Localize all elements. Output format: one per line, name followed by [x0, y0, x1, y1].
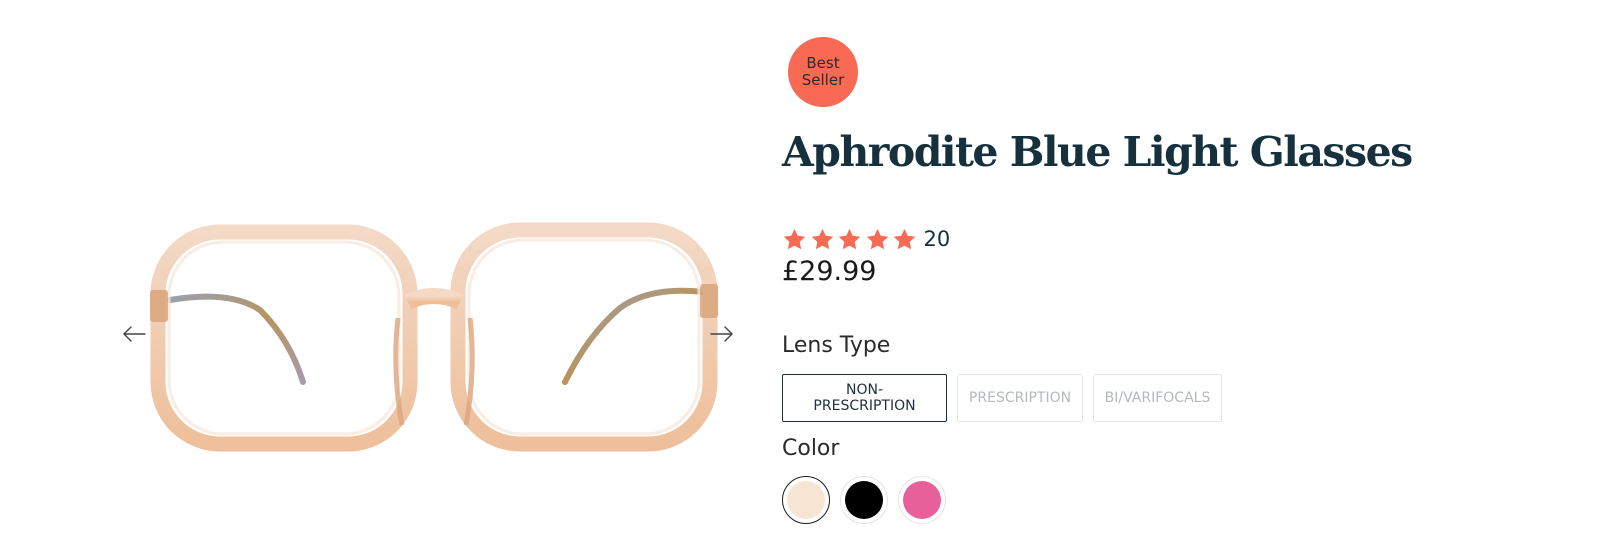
- star-icon: [892, 227, 917, 252]
- lens-type-label: Lens Type: [782, 333, 891, 358]
- color-swatch-pink-fill: [903, 481, 941, 519]
- color-swatches: [782, 476, 956, 524]
- star-icon: [837, 227, 862, 252]
- rating[interactable]: 20: [782, 225, 950, 253]
- product-image[interactable]: [140, 200, 730, 470]
- star-icon: [810, 227, 835, 252]
- lens-type-options: NON-PRESCRIPTION PRESCRIPTION BI/VARIFOC…: [782, 374, 1232, 422]
- lens-option-prescription[interactable]: PRESCRIPTION: [957, 374, 1083, 422]
- color-swatch-peach[interactable]: [782, 476, 830, 524]
- color-swatch-pink[interactable]: [898, 476, 946, 524]
- color-swatch-black-fill: [845, 481, 883, 519]
- badge-line-2: Seller: [801, 71, 845, 89]
- lens-option-non-prescription[interactable]: NON-PRESCRIPTION: [782, 374, 947, 422]
- star-icon: [782, 227, 807, 252]
- best-seller-badge: Best Seller: [788, 37, 858, 107]
- review-count[interactable]: 20: [924, 227, 951, 251]
- product-gallery: [0, 0, 760, 554]
- product-title: Aphrodite Blue Light Glasses: [782, 128, 1413, 176]
- arrow-right-icon: [710, 326, 733, 342]
- color-swatch-peach-fill: [787, 481, 825, 519]
- color-swatch-black[interactable]: [840, 476, 888, 524]
- product-price: £29.99: [782, 256, 877, 287]
- badge-line-1: Best: [806, 54, 840, 72]
- lens-option-bi-varifocals[interactable]: BI/VARIFOCALS: [1093, 374, 1222, 422]
- rating-stars: [782, 227, 920, 252]
- gallery-next-button[interactable]: [706, 318, 738, 350]
- product-info: Best Seller Aphrodite Blue Light Glasses…: [782, 0, 1582, 554]
- star-icon: [865, 227, 890, 252]
- color-label: Color: [782, 436, 840, 461]
